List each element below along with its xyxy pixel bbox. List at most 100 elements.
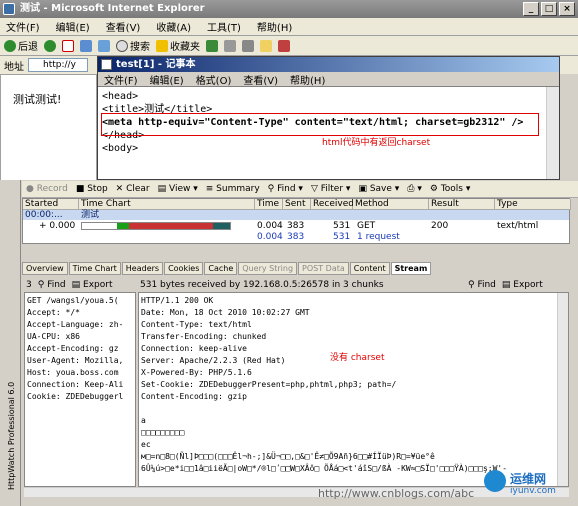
tab-cache[interactable]: Cache xyxy=(204,262,238,275)
req-line: Connection: Keep-Ali xyxy=(27,380,124,389)
search-icon xyxy=(116,39,128,52)
menu-favorites[interactable]: 收藏(A) xyxy=(156,19,191,34)
tab-overview[interactable]: Overview xyxy=(22,262,68,275)
ie-page-content: 测试测试! xyxy=(0,74,97,184)
tab-stream[interactable]: Stream xyxy=(390,262,432,275)
tab-headers[interactable]: Headers xyxy=(121,262,164,275)
address-input[interactable]: http://y xyxy=(28,58,88,72)
col-result[interactable]: Result xyxy=(429,199,495,210)
page-text: 测试测试! xyxy=(13,93,62,106)
maximize-button[interactable]: □ xyxy=(541,2,557,16)
detail-tabs: Overview Time Chart Headers Cookies Cach… xyxy=(22,262,570,275)
notepad-scrollbar[interactable] xyxy=(546,87,559,179)
resp-find-button[interactable]: ⚲ Find xyxy=(468,280,496,290)
np-menu-format[interactable]: 格式(O) xyxy=(196,72,232,87)
req-line: User-Agent: Mozilla, xyxy=(27,356,124,365)
search-button[interactable]: 搜索 xyxy=(116,38,150,53)
clear-button[interactable]: ✕ Clear xyxy=(116,184,150,194)
messenger-icon[interactable] xyxy=(278,39,290,52)
favorites-button[interactable]: 收藏夹 xyxy=(156,38,200,53)
record-button[interactable]: ● Record xyxy=(26,184,68,194)
minimize-button[interactable]: _ xyxy=(523,2,539,16)
summary-time: 0.004 xyxy=(257,232,283,242)
resp-line: 6Û¼ú>□e*i□□1â□iiëÃ□|oW□*/®l□ʹ□□W□XÂô□ ÕÅ… xyxy=(141,464,508,473)
menu-file[interactable]: 文件(F) xyxy=(6,19,40,34)
np-menu-help[interactable]: 帮助(H) xyxy=(290,72,325,87)
httpwatch-toolbar: ● Record ■ Stop ✕ Clear ▤ View ▾ ≡ Summa… xyxy=(22,181,578,198)
watermark-brand: 运维网 xyxy=(510,472,547,486)
tab-time-chart[interactable]: Time Chart xyxy=(68,262,121,275)
print-icon[interactable] xyxy=(242,39,254,52)
req-export-button[interactable]: ▤ Export xyxy=(72,280,113,290)
ie-menu-bar: 文件(F) 编辑(E) 查看(V) 收藏(A) 工具(T) 帮助(H) xyxy=(0,18,578,36)
np-line: <head> xyxy=(102,91,139,102)
menu-tools[interactable]: 工具(T) xyxy=(207,19,241,34)
col-time-chart[interactable]: Time Chart xyxy=(79,199,255,210)
tools-button[interactable]: ⚙ Tools ▾ xyxy=(430,184,471,194)
home-icon[interactable] xyxy=(98,39,110,52)
forward-icon[interactable] xyxy=(44,39,56,52)
col-sent[interactable]: Sent xyxy=(283,199,311,210)
mail-icon[interactable] xyxy=(224,39,236,52)
close-button[interactable]: × xyxy=(559,2,575,16)
filter-button[interactable]: ▽ Filter ▾ xyxy=(311,184,350,194)
charset-annotation: html代码中有返回charset xyxy=(322,138,431,148)
col-started[interactable]: Started xyxy=(23,199,79,210)
col-type[interactable]: Type xyxy=(495,199,571,210)
row-type: text/html xyxy=(497,221,539,231)
req-line: Accept-Encoding: gz xyxy=(27,344,119,353)
resp-line: a xyxy=(141,416,146,425)
back-button[interactable]: 后退 xyxy=(4,38,38,53)
col-time[interactable]: Time xyxy=(255,199,283,210)
response-stream[interactable]: HTTP/1.1 200 OK Date: Mon, 18 Oct 2010 10… xyxy=(138,292,569,487)
summary-requests: 1 request xyxy=(357,232,400,242)
row-result: 200 xyxy=(431,221,449,231)
col-method[interactable]: Method xyxy=(353,199,429,210)
refresh-icon[interactable] xyxy=(80,39,92,52)
resp-line: X-Powered-By: PHP/5.1.6 xyxy=(141,368,252,377)
view-button[interactable]: ▤ View ▾ xyxy=(158,184,198,194)
summary-row: 0.004 383 531 1 request xyxy=(23,232,569,242)
req-line: Host: youa.boss.com xyxy=(27,368,119,377)
row-received: 531 xyxy=(333,221,351,231)
req-line: Cookie: ZDEDebuggerl xyxy=(27,392,124,401)
request-stream[interactable]: GET /wangsl/youa.5(Accept: */* Accept-Lan… xyxy=(24,292,136,487)
save-button[interactable]: ▣ Save ▾ xyxy=(358,184,399,194)
resp-line xyxy=(141,403,568,415)
resp-export-button[interactable]: ▤ Export xyxy=(502,280,543,290)
req-find-button[interactable]: ⚲ Find xyxy=(38,280,66,290)
tab-query-string[interactable]: Query String xyxy=(238,262,298,275)
group-row[interactable]: 00:00:... 测试 xyxy=(23,210,569,220)
media-icon[interactable] xyxy=(206,39,218,52)
notepad-icon xyxy=(101,59,112,70)
tab-content[interactable]: Content xyxy=(349,262,390,275)
summary-received: 531 xyxy=(333,232,351,242)
stop-button[interactable]: ■ Stop xyxy=(76,184,108,194)
find-button[interactable]: ⚲ Find ▾ xyxy=(268,184,303,194)
tab-cookies[interactable]: Cookies xyxy=(164,262,204,275)
response-scrollbar[interactable] xyxy=(557,293,568,486)
np-menu-view[interactable]: 查看(V) xyxy=(243,72,278,87)
ie-toolbar: 后退 搜索 收藏夹 xyxy=(0,36,578,56)
star-icon xyxy=(156,39,168,52)
summary-button[interactable]: ≡ Summary xyxy=(206,184,260,194)
menu-view[interactable]: 查看(V) xyxy=(106,19,141,34)
row-sent: 383 xyxy=(287,221,305,231)
col-received[interactable]: Received xyxy=(311,199,354,210)
stop-icon[interactable] xyxy=(62,39,74,52)
favorites-label: 收藏夹 xyxy=(170,42,200,53)
table-row[interactable]: + 0.000 0.004 383 531 GET 200 text/html xyxy=(23,221,569,231)
np-menu-file[interactable]: 文件(F) xyxy=(104,72,138,87)
ie-title: 测试 - Microsoft Internet Explorer xyxy=(20,3,205,14)
tab-post-data[interactable]: POST Data xyxy=(298,262,349,275)
folder-icon[interactable] xyxy=(260,39,272,52)
np-menu-edit[interactable]: 编辑(E) xyxy=(150,72,184,87)
menu-edit[interactable]: 编辑(E) xyxy=(56,19,90,34)
req-count: 3 xyxy=(26,279,32,290)
group-started: 00:00:... xyxy=(25,210,63,220)
menu-help[interactable]: 帮助(H) xyxy=(257,19,292,34)
side-label-text: HttpWatch Professional 6.0 xyxy=(7,381,16,490)
req-line: Accept-Language: zh- xyxy=(27,320,124,329)
highlight-box xyxy=(101,113,539,136)
print-button[interactable]: ⎙ ▾ xyxy=(407,184,422,194)
